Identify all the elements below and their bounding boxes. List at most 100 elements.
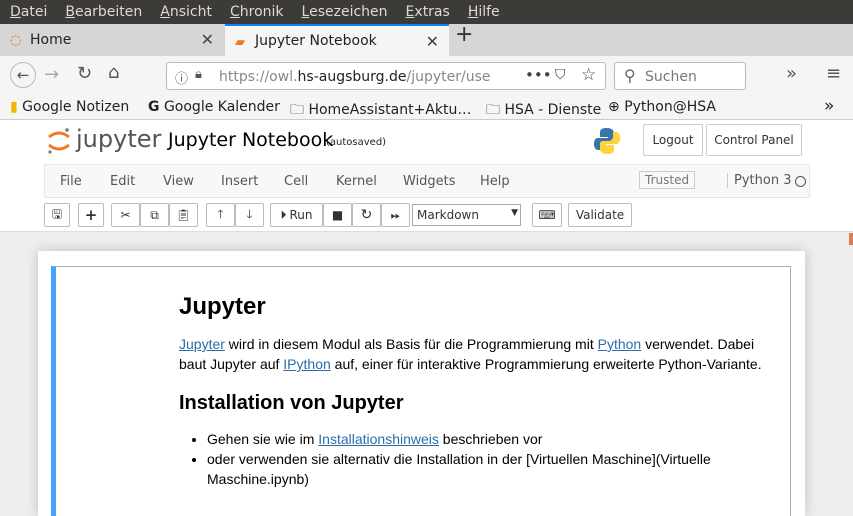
scissors-icon: ✂ bbox=[120, 208, 131, 222]
cut-button[interactable]: ✂ bbox=[111, 203, 140, 227]
list-item: Gehen sie wie im Installationshinweis be… bbox=[207, 429, 779, 449]
menu-chronik[interactable]: Chronik bbox=[230, 4, 284, 20]
notebook-icon: ▰ bbox=[235, 35, 245, 50]
notebook-title[interactable]: Jupyter Notebook bbox=[168, 129, 333, 151]
cell-type-value: Markdown bbox=[417, 208, 479, 222]
app-menubar: Datei Bearbeiten Ansicht Chronik Lesezei… bbox=[0, 0, 853, 24]
restart-button[interactable]: ↻ bbox=[352, 203, 381, 227]
save-button[interactable]: 🖫 bbox=[44, 203, 70, 227]
menu-view[interactable]: View bbox=[163, 174, 194, 189]
tab-jupyter-notebook[interactable]: ▰ Jupyter Notebook ✕ bbox=[225, 24, 449, 56]
menu-insert[interactable]: Insert bbox=[221, 174, 258, 189]
copy-icon: ⧉ bbox=[150, 207, 159, 222]
save-icon: 🖫 bbox=[51, 206, 63, 221]
installation-list: Gehen sie wie im Installationshinweis be… bbox=[207, 429, 779, 489]
notebook-menubar: File Edit View Insert Cell Kernel Widget… bbox=[44, 164, 810, 198]
search-placeholder: Suchen bbox=[645, 69, 697, 85]
bookmark-star-icon[interactable]: ☆ bbox=[581, 65, 596, 85]
menu-edit[interactable]: Edit bbox=[110, 174, 135, 189]
tab-home-label: Home bbox=[30, 32, 72, 48]
move-up-button[interactable]: 🡑 bbox=[206, 203, 235, 227]
kernel-name[interactable]: Python 3 bbox=[727, 173, 791, 188]
forward-icon[interactable]: → bbox=[44, 64, 59, 85]
notebook-container: Jupyter Jupyter wird in diesem Modul als… bbox=[38, 251, 805, 516]
cell-type-select[interactable]: Markdown ▼ bbox=[412, 204, 521, 226]
menu-widgets[interactable]: Widgets bbox=[403, 174, 456, 189]
link-python[interactable]: Python bbox=[598, 336, 642, 352]
menu-bearbeiten[interactable]: Bearbeiten bbox=[65, 4, 142, 20]
notebook-area: Jupyter Jupyter wird in diesem Modul als… bbox=[0, 233, 853, 516]
run-button[interactable]: ⏵︎ Run bbox=[270, 203, 323, 227]
logout-button[interactable]: Logout bbox=[643, 124, 703, 156]
link-ipython[interactable]: IPython bbox=[283, 356, 330, 372]
home-icon[interactable]: ⌂ bbox=[108, 62, 119, 83]
interrupt-button[interactable]: ■ bbox=[323, 203, 352, 227]
paste-button[interactable]: 📋︎ bbox=[169, 203, 198, 227]
scrollbar-thumb[interactable] bbox=[849, 233, 853, 245]
bookmark-google-notizen[interactable]: ▮ Google Notizen bbox=[10, 99, 129, 115]
tab-home[interactable]: ◌ Home ✕ bbox=[0, 24, 224, 56]
ubuntu-icon: ◌ bbox=[10, 33, 22, 48]
dropdown-arrow-icon: ▼ bbox=[511, 208, 518, 218]
tab-jupyter-label: Jupyter Notebook bbox=[255, 33, 377, 49]
back-icon[interactable]: ← bbox=[10, 62, 36, 88]
fast-forward-icon: ⏩︎ bbox=[390, 207, 401, 222]
menu-hilfe[interactable]: Hilfe bbox=[468, 4, 500, 20]
hamburger-menu-icon[interactable]: ≡ bbox=[826, 63, 841, 84]
bookmarks-overflow-icon[interactable]: » bbox=[824, 96, 834, 116]
menu-lesezeichen[interactable]: Lesezeichen bbox=[302, 4, 388, 20]
more-actions-icon[interactable]: ••• bbox=[525, 66, 552, 84]
jupyter-header: jupyter Jupyter Notebook (autosaved) Log… bbox=[0, 120, 853, 232]
reload-icon[interactable]: ↻ bbox=[77, 63, 92, 84]
python-logo-icon bbox=[594, 128, 620, 154]
menu-extras[interactable]: Extras bbox=[406, 4, 450, 20]
stop-icon: ■ bbox=[331, 208, 344, 222]
menu-file[interactable]: File bbox=[60, 174, 82, 189]
menu-datei[interactable]: Datei bbox=[10, 4, 47, 20]
jupyter-logo-icon[interactable] bbox=[46, 126, 72, 156]
url-text: https://owl.hs-augsburg.de/jupyter/use bbox=[219, 69, 491, 85]
command-palette-button[interactable]: ⌨ bbox=[532, 203, 562, 227]
rendered-markdown: Jupyter Jupyter wird in diesem Modul als… bbox=[179, 267, 779, 489]
keyboard-icon: ⌨ bbox=[538, 208, 556, 222]
menu-ansicht[interactable]: Ansicht bbox=[160, 4, 212, 20]
markdown-cell[interactable]: Jupyter Jupyter wird in diesem Modul als… bbox=[51, 266, 791, 516]
bookmark-python-hsa[interactable]: ⊕ Python@HSA bbox=[608, 99, 716, 115]
pocket-icon[interactable]: ⛉ bbox=[555, 67, 566, 83]
control-panel-button[interactable]: Control Panel bbox=[706, 124, 802, 156]
validate-button[interactable]: Validate bbox=[568, 203, 632, 227]
bookmark-google-kalender[interactable]: G Google Kalender bbox=[148, 99, 280, 115]
close-tab-icon[interactable]: ✕ bbox=[201, 30, 214, 49]
restart-icon: ↻ bbox=[360, 207, 373, 223]
search-input[interactable]: ⚲ Suchen bbox=[614, 62, 746, 90]
heading-installation: Installation von Jupyter bbox=[179, 392, 404, 414]
autosave-status: (autosaved) bbox=[326, 137, 387, 148]
move-down-button[interactable]: 🡓 bbox=[235, 203, 264, 227]
new-tab-icon[interactable]: + bbox=[455, 22, 473, 47]
copy-button[interactable]: ⧉ bbox=[140, 203, 169, 227]
arrow-down-icon: 🡓 bbox=[246, 206, 253, 221]
link-jupyter[interactable]: Jupyter bbox=[179, 336, 225, 352]
info-icon[interactable]: ⓘ bbox=[175, 68, 188, 87]
arrow-up-icon: 🡑 bbox=[217, 206, 224, 221]
lock-warning-icon[interactable]: 🔒︎ bbox=[195, 67, 202, 82]
close-tab-icon[interactable]: ✕ bbox=[426, 32, 439, 51]
search-icon: ⚲ bbox=[624, 66, 636, 85]
folder-icon: 🗀 bbox=[290, 102, 304, 118]
menu-cell[interactable]: Cell bbox=[284, 174, 308, 189]
menu-kernel[interactable]: Kernel bbox=[336, 174, 377, 189]
url-bar[interactable]: ⓘ 🔒︎ https://owl.hs-augsburg.de/jupyter/… bbox=[166, 62, 606, 90]
bookmarks-bar: ▮ Google Notizen G Google Kalender 🗀 Hom… bbox=[0, 95, 853, 120]
folder-icon: 🗀 bbox=[486, 102, 500, 118]
overflow-chevron-icon[interactable]: » bbox=[786, 63, 797, 84]
menu-help[interactable]: Help bbox=[480, 174, 510, 189]
intro-paragraph: Jupyter wird in diesem Modul als Basis f… bbox=[179, 336, 762, 372]
insert-cell-button[interactable]: + bbox=[78, 203, 104, 227]
jupyter-logo-text[interactable]: jupyter bbox=[76, 125, 161, 153]
tab-bar: ◌ Home ✕ ▰ Jupyter Notebook ✕ + bbox=[0, 22, 853, 56]
restart-run-all-button[interactable]: ⏩︎ bbox=[381, 203, 410, 227]
globe-icon: ⊕ bbox=[608, 99, 620, 115]
google-icon: G bbox=[148, 99, 160, 115]
trusted-indicator[interactable]: Trusted bbox=[639, 171, 696, 189]
link-installationshinweis[interactable]: Installationshinweis bbox=[318, 431, 439, 447]
